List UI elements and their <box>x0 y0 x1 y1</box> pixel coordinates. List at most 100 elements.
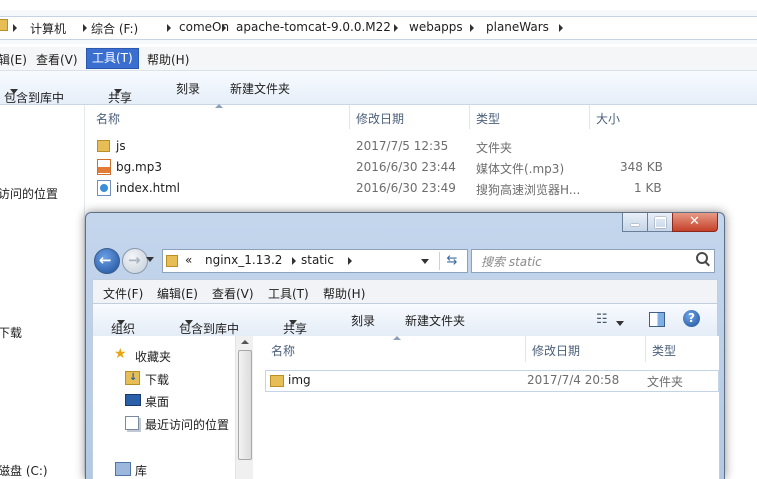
column-separator[interactable] <box>469 105 470 129</box>
menu-help[interactable]: 帮助(H) <box>147 51 189 68</box>
file-type: 搜狗高速浏览器H... <box>476 183 581 197</box>
dropdown-arrow-icon <box>114 89 122 94</box>
mp3-file-icon <box>97 159 111 175</box>
file-type: 文件夹 <box>476 141 513 155</box>
file-type: 媒体文件(.mp3) <box>476 162 565 176</box>
star-icon: ★ <box>114 346 127 362</box>
close-button[interactable]: ✕ <box>672 213 718 232</box>
file-date: 2016/6/30 23:44 <box>356 160 456 174</box>
dropdown-arrow-icon <box>117 320 125 325</box>
nav-local-disk-c[interactable]: 磁盘 (C:) <box>0 462 48 479</box>
file-name: index.html <box>116 181 180 195</box>
folder-icon <box>270 375 284 387</box>
scrollbar-thumb[interactable] <box>238 350 252 460</box>
sort-ascending-icon <box>215 104 223 108</box>
file-name: js <box>116 139 126 153</box>
view-options-icon[interactable]: ☷ <box>596 313 624 326</box>
address-overflow-chevron[interactable]: « <box>185 253 192 267</box>
chevron-right-icon[interactable] <box>292 257 296 265</box>
file-row-img[interactable]: img 2017/7/4 20:58 文件夹 <box>265 370 719 392</box>
recent-pages-dropdown-icon[interactable] <box>146 257 154 262</box>
breadcrumb-nginx[interactable]: nginx_1.13.2 <box>205 253 282 267</box>
column-size[interactable]: 大小 <box>596 110 620 127</box>
menu-tools[interactable]: 工具(T) <box>86 48 139 69</box>
chevron-right-icon[interactable] <box>83 24 87 32</box>
menu-tools[interactable]: 工具(T) <box>268 285 309 302</box>
breadcrumb-computer[interactable]: 计算机 <box>30 20 66 37</box>
file-type: 文件夹 <box>647 375 684 389</box>
back-button[interactable]: ← <box>94 248 120 274</box>
preview-pane-icon[interactable] <box>649 312 665 327</box>
nav-scrollbar[interactable] <box>235 336 253 479</box>
column-type[interactable]: 类型 <box>476 110 500 127</box>
column-date[interactable]: 修改日期 <box>356 110 404 127</box>
nav-libraries[interactable]: 库 <box>135 462 147 479</box>
address-history-dropdown-icon[interactable] <box>421 259 429 264</box>
column-name[interactable]: 名称 <box>96 110 120 127</box>
scroll-up-icon[interactable] <box>241 340 249 344</box>
column-type[interactable]: 类型 <box>652 342 676 359</box>
sort-ascending-icon <box>393 336 401 340</box>
breadcrumb-tomcat[interactable]: apache-tomcat-9.0.0.M22 <box>236 20 391 34</box>
chevron-right-icon[interactable] <box>394 24 398 32</box>
burn-button[interactable]: 刻录 <box>176 80 200 97</box>
burn-button[interactable]: 刻录 <box>351 312 375 329</box>
search-box[interactable]: 搜索 static <box>471 249 715 273</box>
column-date[interactable]: 修改日期 <box>532 342 580 359</box>
chevron-right-icon[interactable] <box>222 24 226 32</box>
chevron-right-icon[interactable] <box>559 24 563 32</box>
new-folder-button[interactable]: 新建文件夹 <box>230 80 290 97</box>
column-separator[interactable] <box>645 336 646 362</box>
desktop-icon <box>125 394 141 406</box>
dropdown-arrow-icon <box>10 89 18 94</box>
menu-help[interactable]: 帮助(H) <box>323 285 365 302</box>
minimize-button[interactable] <box>622 213 648 232</box>
front-address-bar[interactable]: « nginx_1.13.2 static ⇆ <box>162 249 468 273</box>
column-name[interactable]: 名称 <box>271 342 295 359</box>
close-icon: ✕ <box>689 214 700 229</box>
menu-file[interactable]: 文件(F) <box>103 285 143 302</box>
front-nav-pane: ★ 收藏夹 ↓ 下载 桌面 最近访问的位置 库 <box>93 336 233 479</box>
chevron-right-icon[interactable] <box>167 24 171 32</box>
nav-recent-places[interactable]: 访问的位置 <box>0 185 58 202</box>
breadcrumb-webapps[interactable]: webapps <box>409 20 463 34</box>
new-folder-button[interactable]: 新建文件夹 <box>405 312 465 329</box>
file-date: 2017/7/4 20:58 <box>527 373 620 387</box>
search-input[interactable]: 搜索 static <box>481 253 542 270</box>
menu-edit[interactable]: 辑(E) <box>0 51 27 68</box>
nav-downloads[interactable]: 下载 <box>0 324 22 341</box>
column-separator[interactable] <box>589 105 590 129</box>
front-content-area: ★ 收藏夹 ↓ 下载 桌面 最近访问的位置 库 名称 修改日期 类型 img 2… <box>92 336 720 479</box>
chevron-right-icon <box>13 24 17 32</box>
folder-icon <box>0 19 8 31</box>
front-toolbar: 组织 包含到库中 共享 刻录 新建文件夹 ☷ ? <box>92 303 718 337</box>
arrow-left-icon: ← <box>99 251 112 269</box>
html-file-icon <box>97 180 111 196</box>
file-name: bg.mp3 <box>116 160 162 174</box>
column-separator[interactable] <box>349 105 350 129</box>
nav-favorites[interactable]: 收藏夹 <box>135 348 171 365</box>
recent-places-icon <box>125 416 139 430</box>
nav-downloads[interactable]: 下载 <box>145 371 169 388</box>
forward-button[interactable]: → <box>122 248 148 274</box>
chevron-right-icon[interactable] <box>348 257 352 265</box>
breadcrumb-drive[interactable]: 综合 (F:) <box>91 20 138 37</box>
nav-desktop[interactable]: 桌面 <box>145 393 169 410</box>
column-separator[interactable] <box>525 336 526 362</box>
maximize-icon <box>655 217 666 228</box>
folder-icon <box>166 255 178 267</box>
menu-view[interactable]: 查看(V) <box>212 285 254 302</box>
refresh-icon[interactable]: ⇆ <box>439 252 464 270</box>
nav-recent-places[interactable]: 最近访问的位置 <box>145 416 229 433</box>
menu-edit[interactable]: 编辑(E) <box>157 285 198 302</box>
front-explorer-window: ✕ ← → « nginx_1.13.2 static ⇆ 搜索 static … <box>85 212 725 479</box>
chevron-right-icon[interactable] <box>470 24 474 32</box>
file-size: 348 KB <box>620 160 663 174</box>
breadcrumb-planewars[interactable]: planeWars <box>486 20 549 34</box>
maximize-button[interactable] <box>647 213 673 232</box>
menu-view[interactable]: 查看(V) <box>36 51 78 68</box>
search-icon-handle <box>705 261 710 267</box>
breadcrumb-static[interactable]: static <box>301 253 334 267</box>
library-icon <box>115 462 131 476</box>
help-icon[interactable]: ? <box>683 310 700 327</box>
